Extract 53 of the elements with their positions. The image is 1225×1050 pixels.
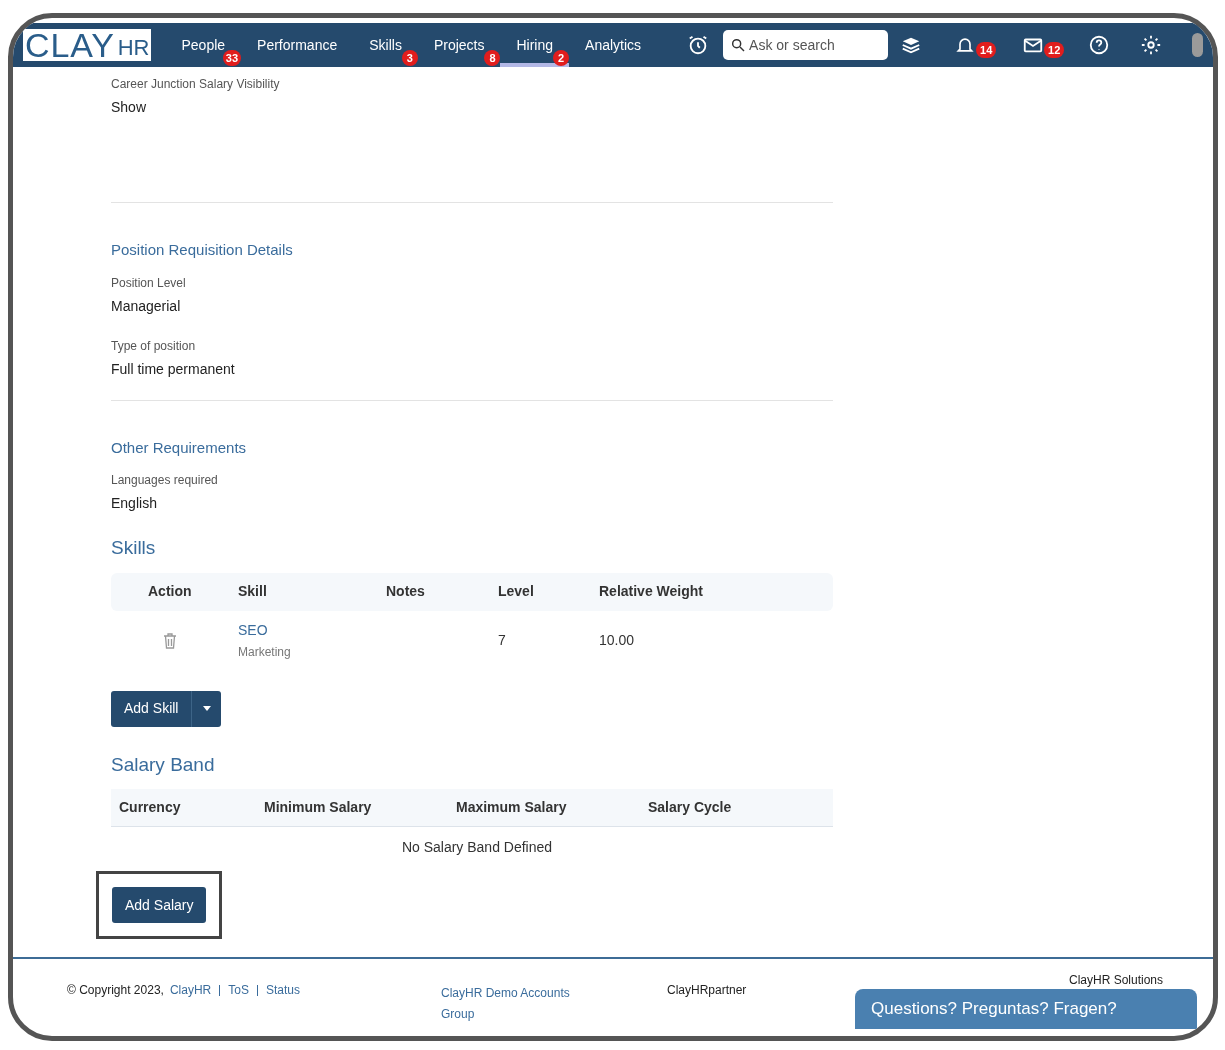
add-salary-button[interactable]: Add Salary (112, 887, 207, 923)
column-header: Salary Cycle (648, 798, 733, 817)
footer-link[interactable]: ClayHR Demo Accounts Group (441, 983, 581, 1025)
nav-tab[interactable]: People 33 (165, 23, 242, 67)
field-value: Full time permanent (111, 359, 236, 379)
column-header: Skill (238, 582, 268, 601)
column-header: Maximum Salary (456, 798, 568, 817)
field-value: English (111, 494, 158, 513)
count-badge: 2 (553, 50, 570, 66)
skill-category: Marketing (238, 644, 292, 661)
column-header: Notes (386, 582, 426, 601)
clayhr-logo: CLAY HR (23, 29, 152, 61)
copyright-text: © Copyright 2023, (67, 982, 164, 999)
footer-link[interactable]: Status (265, 981, 300, 999)
table-cell: 10.00 (599, 632, 635, 648)
column-header: Minimum Salary (264, 798, 373, 817)
search-field[interactable]: Ask or search (723, 30, 889, 60)
nav-tab[interactable]: Hiring 2 (500, 23, 570, 67)
chat-button[interactable]: Questions? Preguntas? Fragen? (855, 989, 1197, 1029)
section-title: Other Requirements (111, 437, 248, 458)
field-label: Type of position (111, 337, 197, 355)
count-badge: 33 (222, 50, 242, 66)
footer-text: ClayHRpartner (667, 982, 747, 999)
column-header: Action (147, 582, 193, 601)
count-badge: 12 (1044, 42, 1065, 58)
section-title: Position Requisition Details (111, 240, 294, 260)
caret-icon (202, 706, 211, 711)
section-title: Salary Band (111, 752, 216, 777)
nav-tab[interactable]: Performance (241, 23, 354, 67)
footer-link[interactable]: ClayHR (169, 981, 212, 999)
add-skill-split-button[interactable]: Add Skill (111, 690, 222, 727)
field-value: Show (111, 98, 148, 117)
column-header: Currency (118, 798, 182, 817)
nav-tab[interactable]: Projects 8 (417, 23, 501, 67)
footer-link[interactable]: ToS (228, 981, 249, 999)
field-label: Position Level (111, 274, 187, 292)
field-value: Managerial (111, 296, 182, 316)
table-cell: 7 (498, 632, 506, 648)
section-title: Skills (111, 536, 157, 560)
skill-link[interactable]: SEO (238, 620, 386, 641)
empty-message: No Salary Band Defined (401, 837, 553, 857)
nav-tab[interactable]: Skills 3 (353, 23, 418, 67)
column-header: Relative Weight (599, 582, 704, 601)
field-label: Career Junction Salary Visibility (111, 76, 281, 93)
nav-tab[interactable]: Analytics (569, 23, 658, 67)
count-badge: 3 (401, 50, 418, 66)
field-label: Languages required (111, 472, 219, 489)
footer-text: ClayHR Solutions (1069, 972, 1164, 989)
column-header: Level (498, 582, 535, 601)
count-badge: 14 (976, 42, 997, 58)
trash-icon[interactable] (163, 632, 177, 649)
count-badge: 8 (484, 50, 501, 66)
help-icon[interactable] (1088, 34, 1111, 56)
